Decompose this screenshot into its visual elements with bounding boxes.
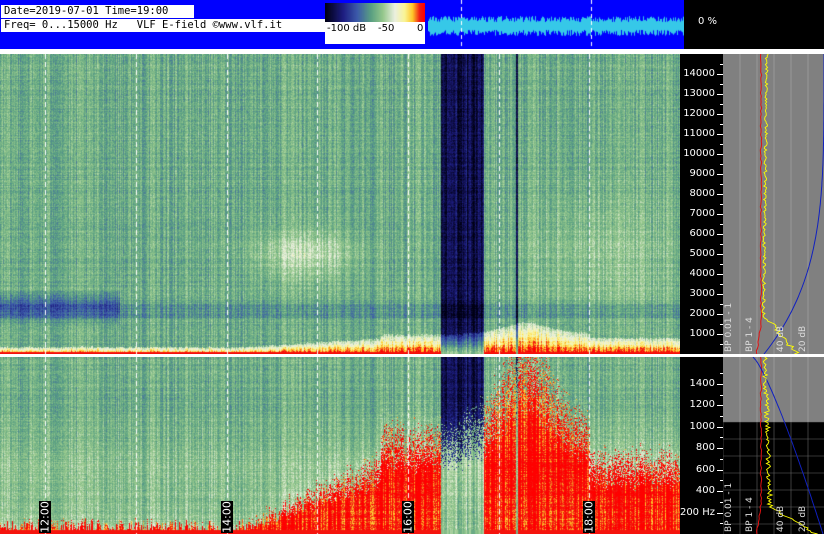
bp-series-label: 40 dB xyxy=(776,506,786,532)
time-tick-label: 16:00 xyxy=(401,501,415,533)
frequency-tick-label: 9000 xyxy=(689,168,715,179)
bp-series-label: BP 1 - 4 xyxy=(745,497,755,532)
frequency-axis-full-band: 1000 2000 3000 4000 5000 6000 7000 8000 9000 1000… xyxy=(680,54,723,354)
frequency-tick-label: 2000 xyxy=(689,308,715,319)
frequency-tick-label: 600 xyxy=(695,463,715,475)
time-tick-label: 14:00 xyxy=(220,501,234,533)
band-power-panel-low: BP 0.01 - 1 BP 1 - 4 40 dB 20 dB xyxy=(723,357,824,534)
frequency-tick-label: 13000 xyxy=(683,88,715,99)
frequency-tick-label: 11000 xyxy=(683,128,715,139)
date-time-label: Date=2019-07-01 Time=19:00 xyxy=(1,5,194,18)
time-tick-label: 18:00 xyxy=(582,501,596,533)
vlf-spectrogram-window: Date=2019-07-01 Time=19:00 Freq= 0...150… xyxy=(0,0,824,534)
colorbar-label-mid: -50 xyxy=(378,23,395,34)
bp-series-label: 40 dB xyxy=(776,326,786,352)
frequency-tick-label: 14000 xyxy=(683,68,715,79)
spectrogram-full-band xyxy=(0,54,680,354)
bp-series-label: BP 0.01 - 1 xyxy=(724,483,734,532)
frequency-tick-label: 200 Hz xyxy=(679,506,715,518)
frequency-tick-label: 10000 xyxy=(683,148,715,159)
frequency-range-label: Freq= 0...15000 Hz VLF E-field ©www.vlf.… xyxy=(1,19,325,32)
frequency-tick-label: 800 xyxy=(695,442,715,454)
bp-series-label: BP 1 - 4 xyxy=(745,317,755,352)
frequency-tick-label: 5000 xyxy=(689,248,715,259)
frequency-tick-label: 1400 xyxy=(689,377,715,389)
frequency-tick-label: 4000 xyxy=(689,268,715,279)
bp-series-label: BP 0.01 - 1 xyxy=(724,303,734,352)
frequency-tick-label: 1000 xyxy=(689,328,715,339)
frequency-tick-label: 12000 xyxy=(683,108,715,119)
time-tick-label: 12:00 xyxy=(38,501,52,533)
colorbar xyxy=(325,3,425,22)
frequency-tick-label: 400 xyxy=(695,485,715,497)
frequency-tick-label: 1000 xyxy=(689,420,715,432)
colorbar-labels: -100 dB -50 0 xyxy=(325,22,425,44)
frequency-tick-label: 8000 xyxy=(689,188,715,199)
bp-panel-bg xyxy=(723,54,824,354)
signal-percent: 0 % xyxy=(698,16,718,27)
bp-series-label: 20 dB xyxy=(798,506,808,532)
frequency-tick-label: 6000 xyxy=(689,228,715,239)
spectrum-strip xyxy=(428,0,684,49)
colorbar-label-max: 0 xyxy=(417,23,424,34)
spectrogram-low-band xyxy=(0,357,680,534)
bp-series-label: 20 dB xyxy=(798,326,808,352)
frequency-tick-label: 3000 xyxy=(689,288,715,299)
band-power-panel-full: BP 0.01 - 1 BP 1 - 4 40 dB 20 dB xyxy=(723,54,824,354)
frequency-tick-label: 7000 xyxy=(689,208,715,219)
frequency-tick-label: 1200 xyxy=(689,399,715,411)
frequency-axis-low-band: 200 Hz 400 600 800 1000 1200 1400 xyxy=(680,357,723,534)
colorbar-label-min: -100 dB xyxy=(327,23,367,34)
